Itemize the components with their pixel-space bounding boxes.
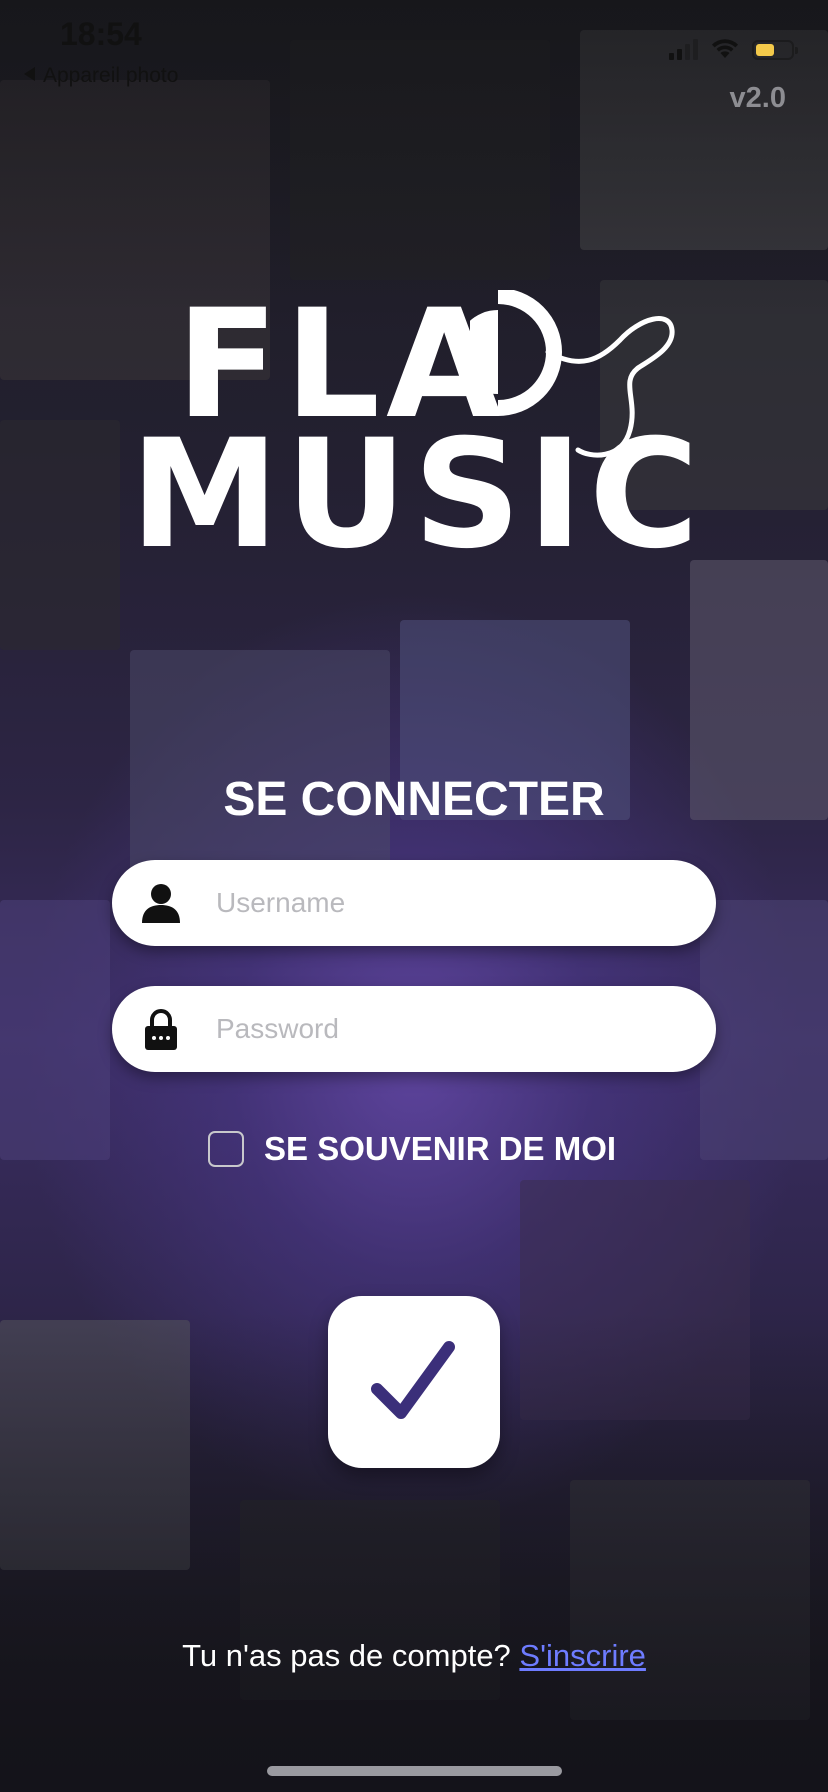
status-time: 18:54 (60, 16, 142, 52)
app-logo: FLAD MUSIC (130, 290, 710, 580)
headphone-cable-icon (470, 290, 675, 458)
checkmark-icon (371, 1341, 455, 1419)
login-screen: 18:54 Appareil photo v2.0 FLAD MUSIC SE (0, 0, 828, 1792)
back-arrow-icon (24, 67, 35, 82)
signal-icon (669, 38, 698, 60)
user-icon (136, 878, 186, 928)
version-label: v2.0 (729, 82, 786, 114)
battery-level (756, 44, 774, 56)
remember-me[interactable]: SE SOUVENIR DE MOI (208, 1130, 616, 1168)
album-tile (130, 650, 390, 870)
signup-link[interactable]: S'inscrire (519, 1638, 646, 1673)
wifi-icon (712, 39, 738, 58)
login-title: SE CONNECTER (223, 773, 605, 826)
back-to-app-label: Appareil photo (43, 64, 179, 87)
remember-me-label[interactable]: SE SOUVENIR DE MOI (264, 1130, 616, 1168)
login-submit-button[interactable] (328, 1296, 500, 1468)
username-field[interactable] (112, 860, 716, 946)
battery-icon (752, 40, 798, 60)
password-input[interactable] (214, 1012, 688, 1046)
home-indicator[interactable] (267, 1766, 562, 1776)
back-to-app-link[interactable]: Appareil photo (24, 64, 178, 88)
username-input[interactable] (214, 886, 688, 920)
signup-prompt-row: Tu n'as pas de compte? S'inscrire (0, 1638, 828, 1674)
album-tile (0, 420, 120, 650)
remember-me-checkbox[interactable] (208, 1131, 244, 1167)
album-tile (700, 900, 828, 1160)
signup-prompt: Tu n'as pas de compte? (182, 1638, 520, 1673)
lock-icon (136, 1004, 186, 1054)
password-field[interactable] (112, 986, 716, 1072)
status-icons (669, 36, 798, 60)
album-tile (0, 900, 110, 1160)
